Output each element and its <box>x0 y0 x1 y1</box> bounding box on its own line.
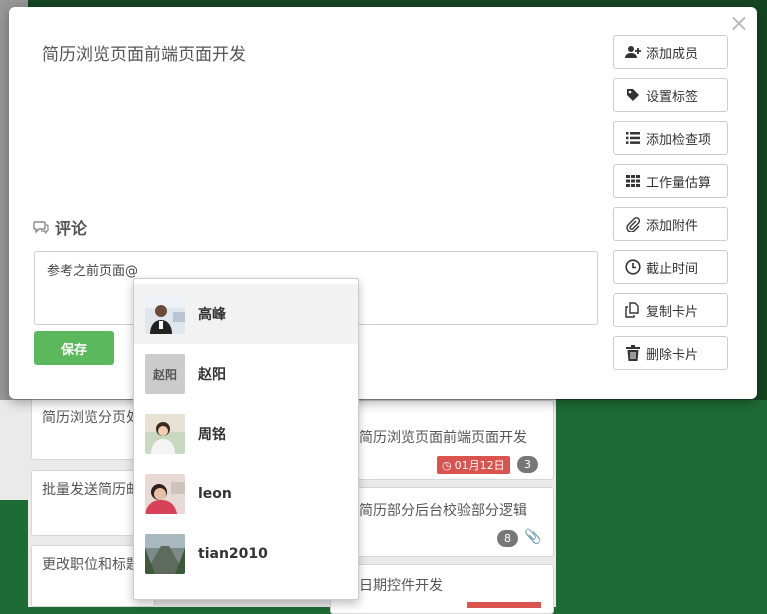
mention-option[interactable]: 高峰 <box>134 284 358 344</box>
card-detail-modal: × 简历浏览页面前端页面开发 评论 参考之前页面@ 保存 添加成员 设置标签 添… <box>9 7 757 399</box>
add-checklist-button[interactable]: 添加检查项 <box>613 121 728 155</box>
mention-option[interactable]: tian2010 <box>134 524 358 584</box>
estimate-button[interactable]: 工作量估算 <box>613 164 728 198</box>
mention-name: 高峰 <box>198 307 226 323</box>
avatar <box>145 294 185 334</box>
avatar <box>145 534 185 574</box>
list-item[interactable]: 简历部分后台校验部分逻辑 <box>330 487 554 557</box>
avatar: 赵阳 <box>145 354 185 394</box>
comment-icon <box>33 219 49 235</box>
copy-card-button[interactable]: 复制卡片 <box>613 293 728 327</box>
mention-dropdown: 高峰 赵阳 赵阳 周铭 leon tian2010 <box>133 278 359 600</box>
clock-icon <box>625 259 641 275</box>
mention-option[interactable]: 周铭 <box>134 404 358 464</box>
card-title[interactable]: 简历浏览页面前端页面开发 <box>42 40 246 65</box>
card-title: 日期控件开发 <box>359 578 443 594</box>
card-title: 更改职位和标题 <box>42 557 140 573</box>
tag-icon <box>625 87 641 103</box>
mention-name: 周铭 <box>198 427 226 443</box>
card-title: 简历部分后台校验部分逻辑 <box>359 503 527 519</box>
mention-option[interactable]: leon <box>134 464 358 524</box>
card-title: 批量发送简历邮 <box>42 482 140 498</box>
paperclip-icon: 📎 <box>524 529 542 545</box>
add-user-icon <box>625 44 641 60</box>
mention-option[interactable]: 赵阳 赵阳 <box>134 344 358 404</box>
grid-icon <box>625 173 641 189</box>
mention-name: 赵阳 <box>198 367 226 383</box>
copy-icon <box>625 302 641 318</box>
save-button[interactable]: 保存 <box>34 331 114 365</box>
card-title: 简历浏览页面前端页面开发 <box>359 430 527 446</box>
count-badge: 8 <box>497 530 518 547</box>
list-icon <box>625 130 641 146</box>
close-icon[interactable]: × <box>729 11 749 35</box>
mention-name: leon <box>198 486 232 502</box>
clock-icon: ◷ <box>442 458 452 472</box>
trash-icon <box>625 345 641 361</box>
avatar <box>145 414 185 454</box>
mention-name: tian2010 <box>198 546 268 562</box>
paperclip-icon <box>625 216 641 232</box>
card-title: 简历浏览分页处 <box>42 410 140 426</box>
avatar <box>145 474 185 514</box>
due-date-button[interactable]: 截止时间 <box>613 250 728 284</box>
add-attachment-button[interactable]: 添加附件 <box>613 207 728 241</box>
comment-heading: 评论 <box>33 215 87 239</box>
due-date-badge <box>467 602 541 608</box>
delete-card-button[interactable]: 删除卡片 <box>613 336 728 370</box>
add-member-button[interactable]: 添加成员 <box>613 35 728 69</box>
set-tag-button[interactable]: 设置标签 <box>613 78 728 112</box>
count-badge: 3 <box>517 456 538 473</box>
due-date-badge: ◷ 01月12日 <box>437 456 510 474</box>
